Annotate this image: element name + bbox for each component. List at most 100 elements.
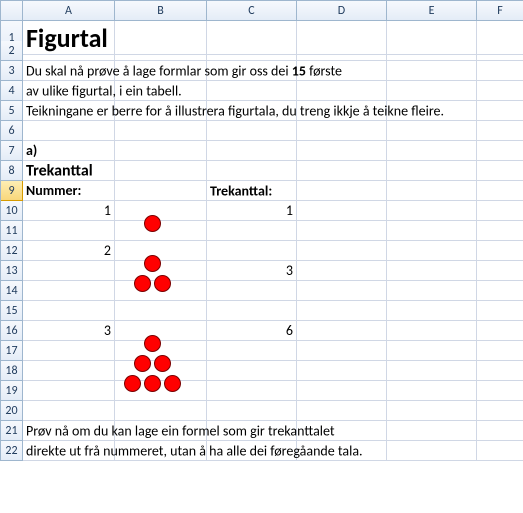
- cell-F14[interactable]: [477, 281, 523, 301]
- cell-C12[interactable]: [207, 241, 297, 261]
- col-header-E[interactable]: E: [387, 1, 477, 21]
- cell-B19[interactable]: [115, 381, 207, 401]
- cell-D20[interactable]: [297, 401, 387, 421]
- cell-D15[interactable]: [297, 301, 387, 321]
- cell-B10[interactable]: [115, 201, 207, 221]
- row-header-22[interactable]: 22: [1, 441, 23, 461]
- cell-A9[interactable]: Nummer:: [23, 181, 115, 201]
- cell-E8[interactable]: [387, 161, 477, 181]
- cell-B9[interactable]: [115, 181, 207, 201]
- cell-F9[interactable]: [477, 181, 523, 201]
- cell-E2[interactable]: [387, 41, 477, 61]
- cell-E6[interactable]: [387, 121, 477, 141]
- cell-E21[interactable]: [387, 421, 477, 441]
- cell-E19[interactable]: [387, 381, 477, 401]
- cell-D16[interactable]: [297, 321, 387, 341]
- cell-C16[interactable]: 6: [207, 321, 297, 341]
- cell-B7[interactable]: [115, 141, 207, 161]
- row-header-8[interactable]: 8: [1, 161, 23, 181]
- spreadsheet-grid[interactable]: A B C D E F 1 Figurtal 2 3 Du skal nå pr…: [0, 0, 523, 461]
- col-header-B[interactable]: B: [115, 1, 207, 21]
- row-header-20[interactable]: 20: [1, 401, 23, 421]
- cell-A10[interactable]: 1: [23, 201, 115, 221]
- cell-A5[interactable]: Teikningane er berre for å illustrera fi…: [23, 101, 115, 121]
- cell-E18[interactable]: [387, 361, 477, 381]
- cell-E11[interactable]: [387, 221, 477, 241]
- cell-A7[interactable]: a): [23, 141, 115, 161]
- cell-F20[interactable]: [477, 401, 523, 421]
- cell-B15[interactable]: [115, 301, 207, 321]
- cell-A14[interactable]: [23, 281, 115, 301]
- cell-B14[interactable]: [115, 281, 207, 301]
- cell-A21[interactable]: Prøv nå om du kan lage ein formel som gi…: [23, 421, 115, 441]
- row-header-12[interactable]: 12: [1, 241, 23, 261]
- row-header-14[interactable]: 14: [1, 281, 23, 301]
- cell-F6[interactable]: [477, 121, 523, 141]
- cell-B12[interactable]: [115, 241, 207, 261]
- cell-A6[interactable]: [23, 121, 115, 141]
- cell-E7[interactable]: [387, 141, 477, 161]
- cell-B6[interactable]: [115, 121, 207, 141]
- cell-E4[interactable]: [387, 81, 477, 101]
- cell-F4[interactable]: [477, 81, 523, 101]
- cell-A19[interactable]: [23, 381, 115, 401]
- row-header-15[interactable]: 15: [1, 301, 23, 321]
- cell-B16[interactable]: [115, 321, 207, 341]
- cell-F15[interactable]: [477, 301, 523, 321]
- cell-C18[interactable]: [207, 361, 297, 381]
- col-header-C[interactable]: C: [207, 1, 297, 21]
- cell-E17[interactable]: [387, 341, 477, 361]
- cell-F18[interactable]: [477, 361, 523, 381]
- cell-D2[interactable]: [297, 41, 387, 61]
- cell-D13[interactable]: [297, 261, 387, 281]
- cell-D9[interactable]: [297, 181, 387, 201]
- cell-F3[interactable]: [477, 61, 523, 81]
- cell-A3[interactable]: Du skal nå prøve å lage formlar som gir …: [23, 61, 115, 81]
- cell-B11[interactable]: [115, 221, 207, 241]
- cell-D4[interactable]: [297, 81, 387, 101]
- cell-D14[interactable]: [297, 281, 387, 301]
- row-header-6[interactable]: 6: [1, 121, 23, 141]
- cell-E13[interactable]: [387, 261, 477, 281]
- row-header-21[interactable]: 21: [1, 421, 23, 441]
- cell-F11[interactable]: [477, 221, 523, 241]
- cell-A17[interactable]: [23, 341, 115, 361]
- row-header-13[interactable]: 13: [1, 261, 23, 281]
- col-header-D[interactable]: D: [297, 1, 387, 21]
- cell-A1[interactable]: Figurtal: [23, 21, 115, 55]
- select-all-corner[interactable]: [1, 1, 23, 21]
- cell-F2[interactable]: [477, 41, 523, 61]
- row-header-10[interactable]: 10: [1, 201, 23, 221]
- row-header-19[interactable]: 19: [1, 381, 23, 401]
- row-header-3[interactable]: 3: [1, 61, 23, 81]
- cell-F22[interactable]: [477, 441, 523, 461]
- cell-C2[interactable]: [207, 41, 297, 61]
- cell-C6[interactable]: [207, 121, 297, 141]
- cell-E20[interactable]: [387, 401, 477, 421]
- cell-A12[interactable]: 2: [23, 241, 115, 261]
- cell-D8[interactable]: [297, 161, 387, 181]
- cell-A18[interactable]: [23, 361, 115, 381]
- cell-B17[interactable]: [115, 341, 207, 361]
- cell-B20[interactable]: [115, 401, 207, 421]
- cell-E14[interactable]: [387, 281, 477, 301]
- row-header-7[interactable]: 7: [1, 141, 23, 161]
- cell-B18[interactable]: [115, 361, 207, 381]
- row-header-11[interactable]: 11: [1, 221, 23, 241]
- cell-D10[interactable]: [297, 201, 387, 221]
- cell-A22[interactable]: direkte ut frå nummeret, utan å ha alle …: [23, 441, 115, 461]
- cell-C15[interactable]: [207, 301, 297, 321]
- cell-C8[interactable]: [207, 161, 297, 181]
- cell-D19[interactable]: [297, 381, 387, 401]
- cell-A8[interactable]: Trekanttal: [23, 161, 115, 181]
- cell-F5[interactable]: [477, 101, 523, 121]
- cell-E10[interactable]: [387, 201, 477, 221]
- cell-C20[interactable]: [207, 401, 297, 421]
- cell-C13[interactable]: 3: [207, 261, 297, 281]
- cell-E12[interactable]: [387, 241, 477, 261]
- cell-C17[interactable]: [207, 341, 297, 361]
- cell-C7[interactable]: [207, 141, 297, 161]
- cell-F8[interactable]: [477, 161, 523, 181]
- row-header-2[interactable]: 2: [1, 41, 23, 61]
- cell-D17[interactable]: [297, 341, 387, 361]
